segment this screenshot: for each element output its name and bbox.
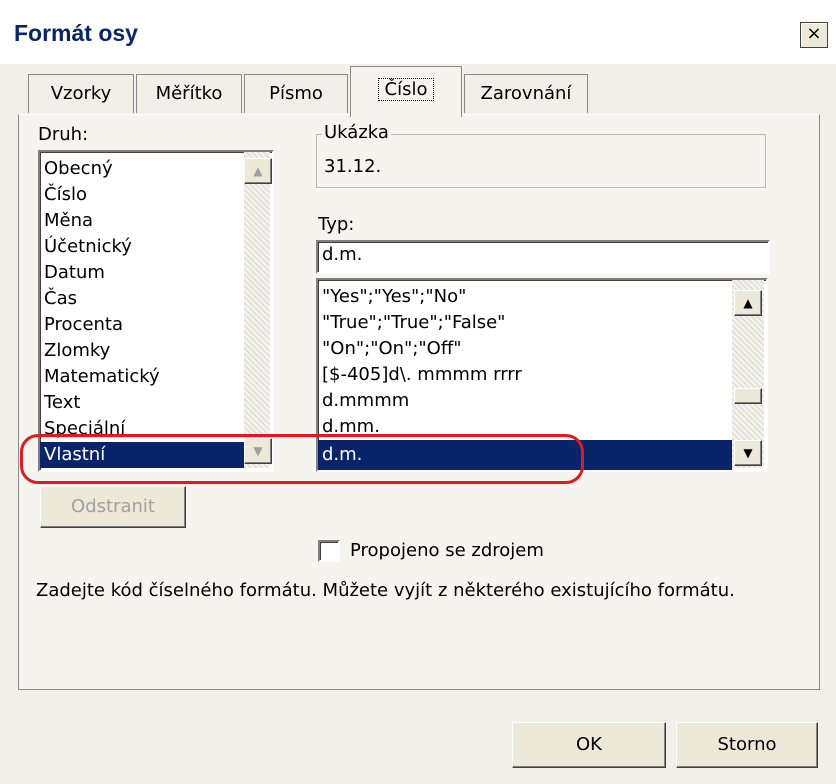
tab-meritko[interactable]: Měřítko bbox=[136, 74, 242, 113]
typ-label: Typ: bbox=[318, 214, 355, 235]
list-item[interactable]: Zlomky bbox=[40, 338, 244, 364]
list-item[interactable]: Text bbox=[40, 390, 244, 416]
scroll-thumb[interactable] bbox=[734, 388, 762, 404]
druh-listbox[interactable]: Obecný Číslo Měna Účetnický Datum Čas Pr… bbox=[38, 150, 274, 472]
list-item[interactable]: Měna bbox=[40, 208, 244, 234]
tab-zarovnani[interactable]: Zarovnání bbox=[464, 74, 588, 113]
window-title: Formát osy bbox=[14, 20, 138, 46]
tab-label: Číslo bbox=[377, 78, 435, 101]
linked-to-source-label: Propojeno se zdrojem bbox=[350, 540, 544, 561]
close-button[interactable]: × bbox=[800, 22, 828, 48]
druh-label: Druh: bbox=[38, 124, 89, 145]
list-item[interactable]: Datum bbox=[40, 260, 244, 286]
list-item[interactable]: [$-405]d\. mmmm rrrr bbox=[318, 362, 732, 388]
tab-label: Zarovnání bbox=[480, 83, 572, 104]
list-item[interactable]: Účetnický bbox=[40, 234, 244, 260]
cancel-button[interactable]: Storno bbox=[676, 722, 818, 768]
tab-cislo[interactable]: Číslo bbox=[350, 66, 462, 117]
list-item[interactable]: d.mmmm bbox=[318, 388, 732, 414]
druh-items: Obecný Číslo Měna Účetnický Datum Čas Pr… bbox=[40, 156, 244, 468]
up-arrow-icon[interactable]: ▲ bbox=[734, 290, 762, 316]
ok-button[interactable]: OK bbox=[512, 722, 666, 768]
list-item[interactable]: Obecný bbox=[40, 156, 244, 182]
linked-to-source-checkbox[interactable] bbox=[318, 540, 340, 562]
highlight-annotation bbox=[20, 434, 584, 484]
tab-pismo[interactable]: Písmo bbox=[244, 74, 348, 113]
preview-label: Ukázka bbox=[322, 122, 391, 143]
tab-label: Měřítko bbox=[155, 83, 223, 104]
close-icon: × bbox=[806, 23, 822, 44]
tab-label: Písmo bbox=[269, 83, 323, 104]
list-item[interactable]: "On";"On";"Off" bbox=[318, 336, 732, 362]
up-arrow-icon[interactable]: ▲ bbox=[244, 158, 272, 184]
druh-scrollbar[interactable]: ▲ ▼ bbox=[244, 152, 272, 468]
list-item[interactable]: Číslo bbox=[40, 182, 244, 208]
tab-vzorky[interactable]: Vzorky bbox=[28, 74, 134, 113]
typ-scrollbar[interactable]: ▲ ▼ bbox=[732, 280, 764, 468]
list-item[interactable]: Matematický bbox=[40, 364, 244, 390]
list-item[interactable]: Procenta bbox=[40, 312, 244, 338]
list-item[interactable]: "Yes";"Yes";"No" bbox=[318, 284, 732, 310]
tab-label: Vzorky bbox=[50, 83, 112, 104]
preview-value: 31.12. bbox=[324, 156, 382, 177]
list-item[interactable]: "True";"True";"False" bbox=[318, 310, 732, 336]
format-code-input[interactable]: d.m. bbox=[316, 240, 770, 274]
delete-button[interactable]: Odstranit bbox=[40, 486, 186, 528]
hint-text: Zadejte kód číselného formátu. Můžete vy… bbox=[36, 580, 735, 601]
down-arrow-icon[interactable]: ▼ bbox=[734, 440, 762, 466]
list-item[interactable]: Čas bbox=[40, 286, 244, 312]
